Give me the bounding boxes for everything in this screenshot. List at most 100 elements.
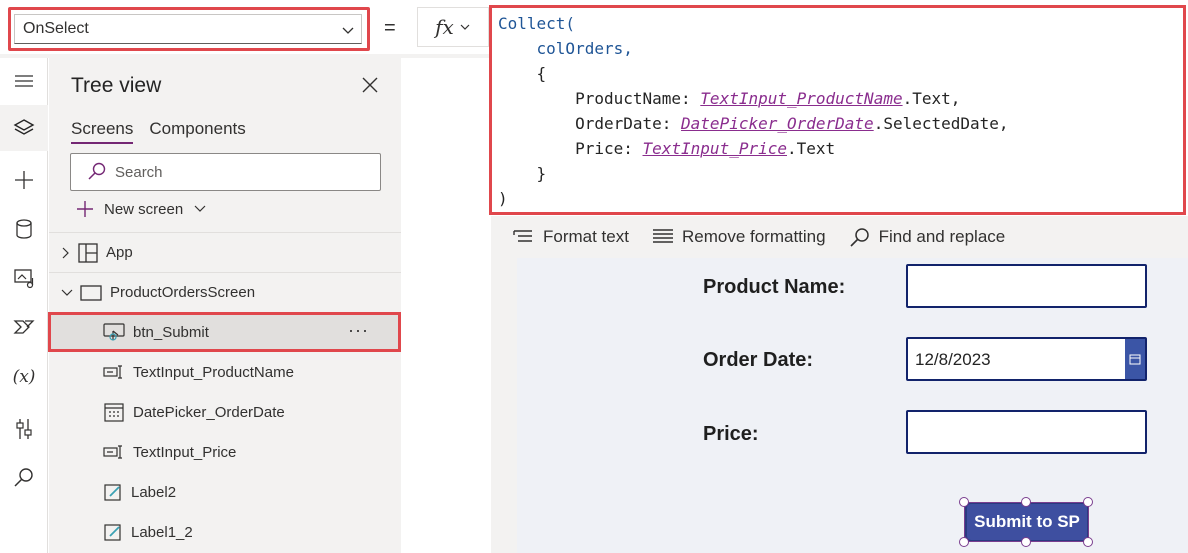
equals-sign: = [384, 17, 396, 39]
remove-formatting-icon [652, 229, 673, 243]
search-input[interactable]: Search [70, 153, 381, 191]
tab-components[interactable]: Components [149, 119, 245, 143]
variables-icon: (x) [12, 367, 36, 387]
data-button[interactable] [0, 206, 48, 252]
product-name-input[interactable] [906, 264, 1147, 308]
chevron-down-icon [61, 289, 73, 296]
resize-handle[interactable] [1021, 537, 1031, 547]
formula-control-ref: DatePicker_OrderDate [681, 114, 874, 133]
formula-indent [498, 114, 575, 133]
label-icon [103, 482, 123, 502]
fx-button[interactable]: fx [417, 7, 489, 47]
media-icon [14, 269, 34, 289]
search-icon [88, 162, 106, 180]
tree-view-title: Tree view [71, 74, 162, 97]
formula-line: OrderDate: DatePicker_OrderDate.Selected… [498, 111, 1183, 136]
power-automate-button[interactable] [0, 304, 48, 350]
resize-handle[interactable] [959, 537, 969, 547]
tab-screens[interactable]: Screens [71, 119, 134, 144]
formula-token: colOrders [536, 39, 624, 58]
tree-item[interactable]: Label1_2 [49, 512, 401, 552]
remove-formatting-label: Remove formatting [681, 227, 826, 246]
close-icon[interactable] [360, 75, 380, 95]
formula-indent [498, 39, 537, 58]
price-input[interactable] [906, 410, 1147, 454]
formula-token: Collect( [498, 14, 576, 33]
tools-icon [16, 419, 32, 439]
formula-indent [498, 139, 575, 158]
insert-button[interactable] [0, 157, 48, 203]
remove-formatting-button[interactable]: Remove formatting [652, 227, 826, 247]
media-button[interactable] [0, 255, 48, 301]
app-icon [78, 242, 98, 263]
chevron-down-icon [342, 27, 354, 34]
search-button[interactable] [0, 455, 48, 501]
tree-view-panel: Tree view Screens Components Search New … [49, 58, 401, 553]
format-text-button[interactable]: Format text [513, 227, 629, 247]
search-icon [850, 228, 869, 247]
tree-item[interactable]: Label2 [49, 472, 401, 512]
screen-icon [80, 284, 102, 301]
find-replace-label: Find and replace [878, 227, 1006, 246]
formula-token: OrderDate: [575, 114, 682, 133]
chevron-down-icon [194, 205, 206, 212]
formula-indent [498, 164, 537, 183]
formula-editor[interactable]: Collect( colOrders, { ProductName: TextI… [489, 5, 1186, 215]
formula-line: } [498, 161, 1183, 186]
formula-line: ProductName: TextInput_ProductName.Text, [498, 86, 1183, 111]
formula-line: colOrders, [498, 36, 1183, 61]
property-dropdown-value: OnSelect [23, 20, 89, 37]
power-automate-icon [13, 320, 35, 334]
tree-item-label: Label1_2 [131, 523, 193, 541]
hamburger-menu[interactable] [0, 58, 48, 104]
formula-control-ref: TextInput_ProductName [700, 89, 903, 108]
property-dropdown[interactable]: OnSelect [8, 7, 370, 51]
layers-icon [13, 119, 35, 135]
resize-handle[interactable] [959, 497, 969, 507]
formula-token: .Text [787, 139, 836, 158]
formula-toolbar: Format text Remove formatting Find and r… [491, 216, 1188, 258]
tree-item[interactable]: TextInput_Price [49, 432, 401, 472]
chevron-down-icon [460, 24, 470, 30]
resize-handle[interactable] [1083, 497, 1093, 507]
formula-token: { [536, 64, 547, 83]
left-rail: (x) [0, 58, 48, 553]
chevron-right-icon [62, 247, 69, 258]
formula-token: .Text, [902, 89, 961, 108]
tree-node-screen-label: ProductOrdersScreen [110, 284, 256, 301]
formula-token: } [536, 164, 547, 183]
tree-node-app[interactable]: App [49, 232, 401, 272]
plus-icon [77, 201, 93, 217]
tree-item[interactable]: TextInput_ProductName [49, 352, 401, 392]
database-icon [16, 219, 32, 239]
format-text-icon [513, 230, 532, 242]
tree-item-label: TextInput_ProductName [133, 363, 294, 381]
tree-node-screen[interactable]: ProductOrdersScreen [49, 272, 401, 312]
search-placeholder: Search [115, 163, 163, 181]
calendar-icon [1129, 354, 1141, 365]
text-input-icon [103, 364, 125, 380]
format-text-label: Format text [543, 227, 629, 246]
formula-indent [498, 64, 537, 83]
tree-view-button[interactable] [0, 105, 48, 151]
variables-button[interactable]: (x) [0, 354, 48, 400]
label-icon [103, 522, 123, 542]
tree-item-label: Label2 [131, 483, 177, 501]
formula-indent [498, 89, 575, 108]
selection-highlight [48, 312, 401, 352]
price-label: Price: [703, 423, 759, 445]
tree-item[interactable]: DatePicker_OrderDate [49, 392, 401, 432]
order-date-value: 12/8/2023 [915, 350, 991, 369]
tree-item-label: DatePicker_OrderDate [133, 403, 285, 421]
resize-handle[interactable] [1021, 497, 1031, 507]
resize-handle[interactable] [1083, 537, 1093, 547]
new-screen-button[interactable]: New screen [76, 200, 207, 218]
search-icon [14, 468, 33, 487]
formula-token: , [623, 39, 633, 58]
calendar-button[interactable] [1125, 339, 1145, 379]
order-date-label: Order Date: [703, 349, 814, 371]
advanced-tools-button[interactable] [0, 406, 48, 452]
tree-tabs: Screens Components [71, 119, 246, 144]
order-date-picker[interactable]: 12/8/2023 [906, 337, 1147, 381]
find-replace-button[interactable]: Find and replace [849, 227, 1006, 247]
